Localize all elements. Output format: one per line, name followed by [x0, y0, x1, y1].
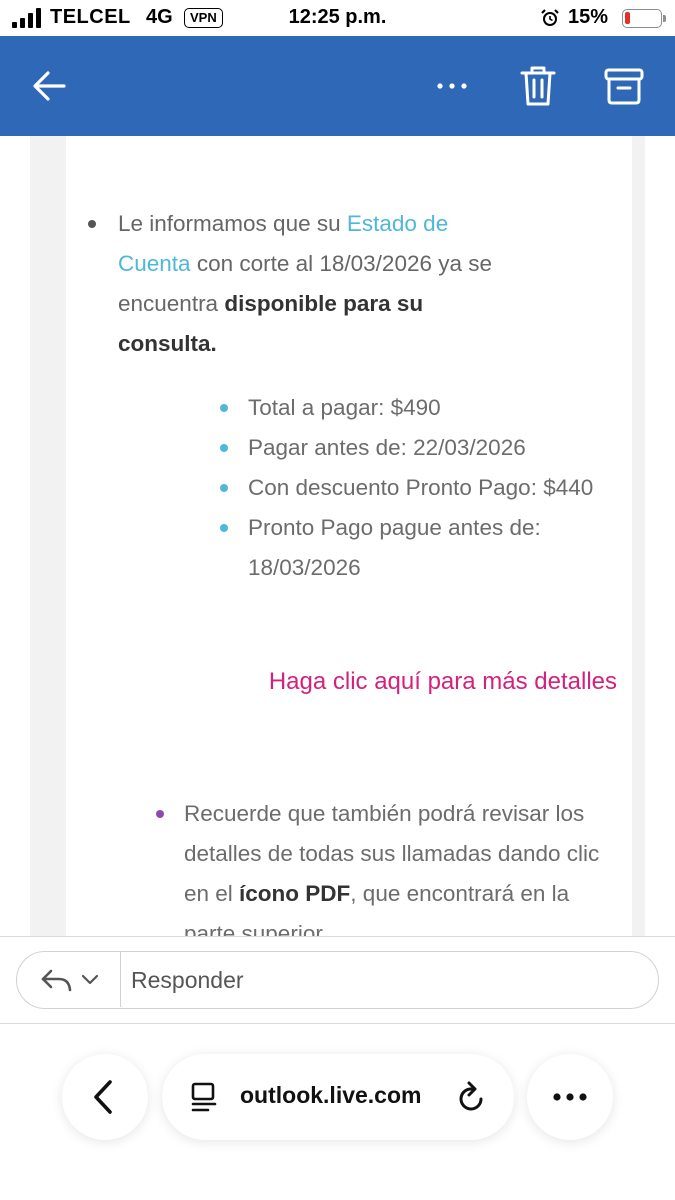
app-header [0, 36, 675, 136]
list-item: Con descuento Pronto Pago: $440 [220, 468, 628, 508]
email-body[interactable]: Le informamos que su Estado de Cuenta co… [0, 136, 675, 936]
reply-bar [0, 936, 675, 1024]
reload-icon[interactable] [456, 1080, 488, 1114]
list-item: Pronto Pago pague antes de: 18/03/2026 [220, 508, 628, 588]
notice-text: Le informamos que su [118, 211, 347, 236]
back-arrow-icon[interactable] [28, 66, 72, 106]
more-icon[interactable] [430, 70, 474, 102]
reply-options-button[interactable] [17, 952, 121, 1007]
list-item: Pagar antes de: 22/03/2026 [220, 428, 628, 468]
payment-details-list: Total a pagar: $490 Pagar antes de: 22/0… [220, 388, 628, 588]
reminder-bold: ícono PDF [239, 881, 351, 906]
status-bar: TELCEL 4G VPN 12:25 p.m. 15% [0, 0, 675, 36]
battery-tip [663, 15, 666, 22]
details-link[interactable]: Haga clic aquí para más detalles [120, 668, 617, 696]
alarm-icon [541, 9, 559, 26]
address-bar[interactable]: outlook.live.com [162, 1054, 514, 1140]
battery-percent: 15% [568, 6, 609, 28]
browser-menu-button[interactable] [527, 1054, 613, 1140]
reply-icon [41, 969, 72, 992]
list-item: Total a pagar: $490 [220, 388, 628, 428]
browser-toolbar: outlook.live.com [0, 1024, 675, 1200]
chevron-left-icon [94, 1080, 112, 1114]
page-menu-icon[interactable] [190, 1082, 218, 1112]
reply-box [16, 951, 659, 1009]
statement-notice: Le informamos que su Estado de Cuenta co… [88, 204, 518, 364]
trash-icon[interactable] [518, 64, 558, 108]
url-domain: outlook.live.com [240, 1082, 422, 1108]
archive-icon[interactable] [602, 66, 646, 106]
chevron-down-icon [81, 974, 99, 985]
browser-back-button[interactable] [62, 1054, 148, 1140]
more-icon [553, 1093, 587, 1101]
reply-input[interactable] [131, 964, 611, 996]
battery-icon [622, 9, 662, 28]
battery-level [625, 12, 630, 24]
pdf-reminder: Recuerde que también podrá revisar los d… [156, 794, 604, 936]
